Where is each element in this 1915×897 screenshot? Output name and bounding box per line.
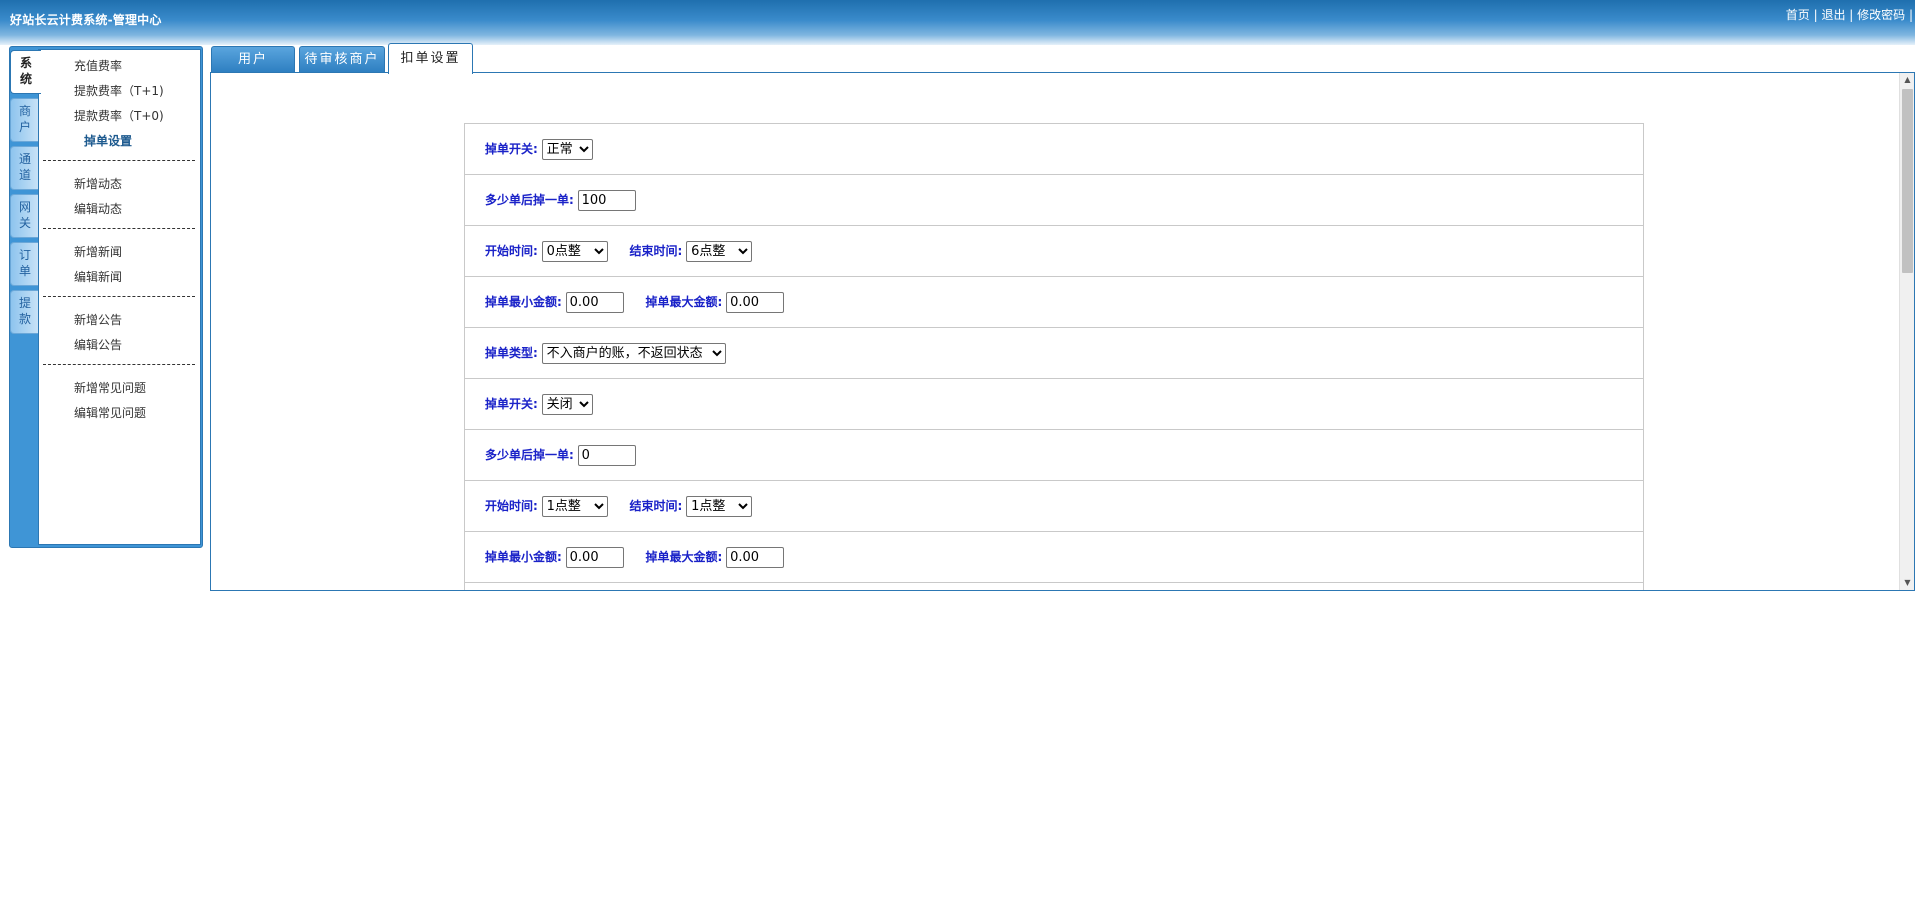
form-cell: 多少单后掉一单: <box>464 174 1644 226</box>
vtab-label: 网关 <box>18 200 31 230</box>
menu-item-withdraw-t0[interactable]: 提款费率（T+0) <box>74 107 164 124</box>
logout-link[interactable]: 退出 <box>1821 8 1845 22</box>
menu-item-deduct-settings[interactable]: 掉单设置 <box>84 132 132 149</box>
form-cell: 多少单后掉一单: <box>464 429 1644 481</box>
menu-item-edit-news[interactable]: 编辑新闻 <box>74 268 122 285</box>
type-select[interactable]: 不入商户的账，不返回状态 <box>541 342 726 364</box>
menu-item-add-news-feed[interactable]: 新增动态 <box>74 175 122 192</box>
vtab-label: 订单 <box>18 248 31 278</box>
table-row: 多少单后掉一单: <box>464 174 1644 226</box>
scrollbar-thumb[interactable] <box>1902 89 1913 273</box>
vtab-label: 商户 <box>18 104 31 134</box>
switch-label: 掉单开关: <box>485 141 538 156</box>
table-row: 开始时间: 1点整 结束时间: 1点整 <box>464 480 1644 532</box>
change-password-link[interactable]: 修改密码 <box>1857 8 1905 22</box>
top-links: 首页 | 退出 | 修改密码 | <box>1786 6 1913 23</box>
form-cell: 掉单开关: 关闭 <box>464 378 1644 430</box>
menu-divider <box>43 160 195 161</box>
menu-item-add-news[interactable]: 新增新闻 <box>74 243 122 260</box>
table-row: 开始时间: 0点整 结束时间: 6点整 <box>464 225 1644 277</box>
after-orders-label: 多少单后掉一单: <box>485 192 574 207</box>
menu-divider <box>43 364 195 365</box>
tab-label: 扣单设置 <box>400 51 461 66</box>
form-cell: 掉单类型: 不入商户的账，不返回状态 <box>464 327 1644 379</box>
switch-select[interactable]: 关闭 <box>541 393 593 415</box>
form-cell: 掉单最小金额: 掉单最大金额: <box>464 531 1644 583</box>
menu-divider <box>43 228 195 229</box>
table-row: 掉单开关: 关闭 <box>464 378 1644 430</box>
type-label: 掉单类型: <box>485 345 538 360</box>
min-amount-label: 掉单最小金额: <box>485 294 562 309</box>
after-orders-input[interactable] <box>577 444 636 466</box>
vtab-label: 系统 <box>19 56 32 86</box>
end-time-select[interactable]: 1点整 <box>686 495 753 517</box>
form-cell: 掉单最小金额: 掉单最大金额: <box>464 276 1644 328</box>
start-time-label: 开始时间: <box>485 498 538 513</box>
vertical-scrollbar[interactable]: ▲ ▼ <box>1899 73 1914 590</box>
vtab-label: 提款 <box>18 296 31 326</box>
tab-users[interactable]: 用户 <box>211 46 295 72</box>
end-time-select[interactable]: 6点整 <box>686 240 753 262</box>
after-orders-input[interactable] <box>577 189 636 211</box>
app-title: 好站长云计费系统-管理中心 <box>10 13 162 27</box>
max-amount-label: 掉单最大金额: <box>645 549 723 564</box>
table-row <box>464 582 1644 590</box>
tab-label: 用户 <box>237 52 268 67</box>
menu-item-withdraw-t1[interactable]: 提款费率（T+1) <box>74 82 164 99</box>
max-amount-label: 掉单最大金额: <box>645 294 723 309</box>
switch-select[interactable]: 正常 <box>541 138 593 160</box>
menu-divider <box>43 296 195 297</box>
table-row: 掉单最小金额: 掉单最大金额: <box>464 276 1644 328</box>
min-amount-input[interactable] <box>565 291 624 313</box>
scroll-down-icon[interactable]: ▼ <box>1900 576 1914 590</box>
menu-item-edit-faq[interactable]: 编辑常见问题 <box>74 404 146 421</box>
scroll-up-icon[interactable]: ▲ <box>1900 73 1914 87</box>
link-separator: | <box>1809 8 1822 22</box>
table-row: 掉单类型: 不入商户的账，不返回状态 <box>464 327 1644 379</box>
menu-item-add-faq[interactable]: 新增常见问题 <box>74 379 146 396</box>
menu-item-edit-news-feed[interactable]: 编辑动态 <box>74 200 122 217</box>
start-time-label: 开始时间: <box>485 243 538 258</box>
switch-label: 掉单开关: <box>485 396 538 411</box>
start-time-select[interactable]: 0点整 <box>541 240 608 262</box>
home-link[interactable]: 首页 <box>1786 8 1810 22</box>
form-cell: 掉单开关: 正常 <box>464 123 1644 175</box>
end-time-label: 结束时间: <box>629 243 683 258</box>
menu-item-edit-notice[interactable]: 编辑公告 <box>74 336 122 353</box>
form-cell: 开始时间: 1点整 结束时间: 1点整 <box>464 480 1644 532</box>
left-panel: 系统 商户 通道 网关 订单 提款 充值费率 提款费率（T+1) 提款费率（T+… <box>9 46 203 548</box>
vtab-channel[interactable]: 通道 <box>10 146 39 190</box>
min-amount-label: 掉单最小金额: <box>485 549 562 564</box>
vtab-label: 通道 <box>18 152 31 182</box>
form-cell: 开始时间: 0点整 结束时间: 6点整 <box>464 225 1644 277</box>
table-row: 掉单开关: 正常 <box>464 123 1644 175</box>
content-frame: 掉单开关: 正常 多少单后掉一单: 开始时间: 0点整 结束时间: 6点整 <box>210 72 1915 591</box>
end-time-label: 结束时间: <box>629 498 683 513</box>
table-row: 多少单后掉一单: <box>464 429 1644 481</box>
tab-deduct-settings[interactable]: 扣单设置 <box>388 43 473 74</box>
deduct-settings-table: 掉单开关: 正常 多少单后掉一单: 开始时间: 0点整 结束时间: 6点整 <box>464 123 1644 590</box>
top-header: 好站长云计费系统-管理中心 首页 | 退出 | 修改密码 | <box>0 0 1915 45</box>
max-amount-input[interactable] <box>726 546 785 568</box>
sidebar-menu: 充值费率 提款费率（T+1) 提款费率（T+0) 掉单设置 新增动态 编辑动态 … <box>38 49 201 545</box>
after-orders-label: 多少单后掉一单: <box>485 447 574 462</box>
min-amount-input[interactable] <box>565 546 624 568</box>
link-separator: | <box>1845 8 1858 22</box>
link-separator: | <box>1905 8 1913 22</box>
menu-item-add-notice[interactable]: 新增公告 <box>74 311 122 328</box>
vtab-withdraw[interactable]: 提款 <box>10 290 39 334</box>
menu-item-rate[interactable]: 充值费率 <box>74 57 122 74</box>
table-row: 掉单最小金额: 掉单最大金额: <box>464 531 1644 583</box>
tab-pending-merchants[interactable]: 待审核商户 <box>299 46 385 72</box>
tab-label: 待审核商户 <box>304 52 380 67</box>
max-amount-input[interactable] <box>726 291 785 313</box>
vtab-merchant[interactable]: 商户 <box>10 98 39 142</box>
vtab-system[interactable]: 系统 <box>10 50 41 94</box>
vtab-gateway[interactable]: 网关 <box>10 194 39 238</box>
form-cell <box>464 582 1644 590</box>
start-time-select[interactable]: 1点整 <box>541 495 608 517</box>
vtab-orders[interactable]: 订单 <box>10 242 39 286</box>
